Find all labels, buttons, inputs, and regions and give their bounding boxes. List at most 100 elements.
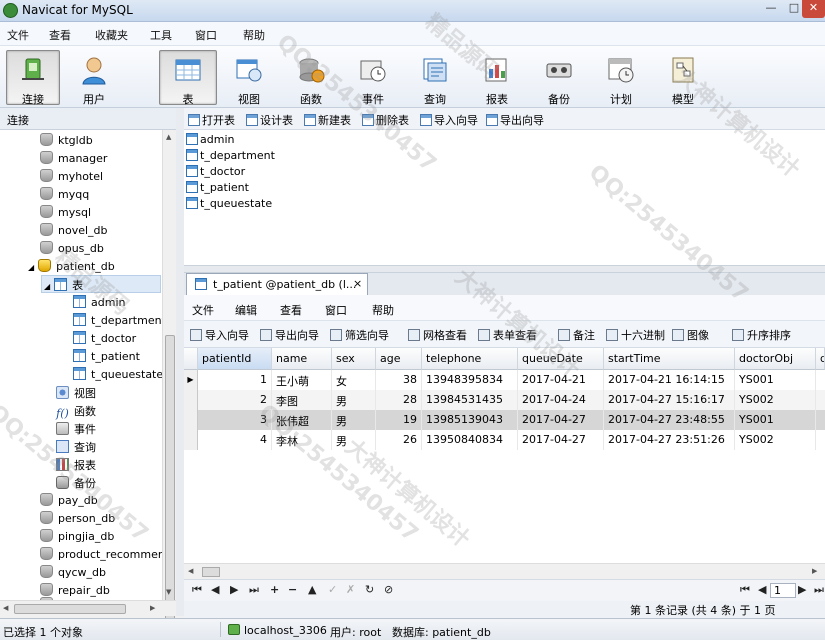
- menu-view[interactable]: 查看: [49, 27, 71, 43]
- table-menu-file[interactable]: 文件: [192, 302, 214, 318]
- tree-table-t-department[interactable]: t_department: [73, 313, 166, 331]
- new-table-button[interactable]: 新建表: [304, 112, 351, 128]
- tree-table-t-doctor[interactable]: t_doctor: [73, 331, 136, 349]
- column-header-name[interactable]: name: [272, 348, 332, 370]
- table-row[interactable]: 2 李图 男 28 13984531435 2017-04-24 2017-04…: [184, 390, 825, 410]
- object-item-t-department[interactable]: t_department: [186, 149, 275, 162]
- table-row[interactable]: 3 张伟超 男 19 13985139043 2017-04-27 2017-0…: [184, 410, 825, 430]
- cell-telephone[interactable]: 13948395834: [422, 370, 518, 390]
- cell-sex[interactable]: 男: [332, 430, 376, 450]
- horizontal-splitter[interactable]: [184, 265, 825, 273]
- last-page-button[interactable]: ⏭: [814, 583, 824, 597]
- cell-age[interactable]: 19: [376, 410, 422, 430]
- export-wizard-button[interactable]: 导出向导: [486, 112, 544, 128]
- cell-doctorobj[interactable]: YS002: [735, 430, 816, 450]
- toolbar-connection-button[interactable]: 连接: [6, 50, 60, 106]
- toolbar-report-button[interactable]: 报表: [470, 50, 524, 106]
- cell-queuedate[interactable]: 2017-04-24: [518, 390, 604, 410]
- next-record-button[interactable]: ▶: [230, 583, 238, 596]
- expand-arrow-icon[interactable]: ◢: [44, 282, 50, 291]
- cell-age[interactable]: 26: [376, 430, 422, 450]
- next-page-button[interactable]: ▶: [798, 583, 806, 596]
- tree-reports-node[interactable]: 报表: [56, 457, 96, 475]
- apply-changes-button[interactable]: ✓: [328, 583, 337, 596]
- tree-db-myhotel[interactable]: myhotel: [40, 169, 103, 187]
- menu-favorites[interactable]: 收藏夹: [95, 27, 128, 43]
- cell-doctorobj[interactable]: YS001: [735, 370, 816, 390]
- refresh-button[interactable]: ↻: [365, 583, 374, 596]
- toolbar-backup-button[interactable]: 备份: [532, 50, 586, 106]
- toolbar-schedule-button[interactable]: 计划: [594, 50, 648, 106]
- filter-wizard-button[interactable]: 筛选向导: [330, 327, 389, 343]
- column-header-q[interactable]: q: [816, 348, 825, 370]
- tree-db-manager[interactable]: manager: [40, 151, 107, 169]
- cell-queuedate[interactable]: 2017-04-27: [518, 430, 604, 450]
- table-menu-window[interactable]: 窗口: [325, 302, 347, 318]
- scroll-up-arrow-icon[interactable]: ▲: [166, 133, 171, 141]
- cell-queuedate[interactable]: 2017-04-21: [518, 370, 604, 390]
- tree-queries-node[interactable]: 查询: [56, 439, 96, 457]
- tree-backups-node[interactable]: 备份: [56, 475, 96, 493]
- tree-tables-node[interactable]: ◢ 表: [44, 277, 83, 295]
- expand-arrow-icon[interactable]: ◢: [28, 263, 34, 272]
- grid-view-button[interactable]: 网格查看: [408, 327, 467, 343]
- tree-db-person-db[interactable]: person_db: [40, 511, 115, 529]
- cell-age[interactable]: 28: [376, 390, 422, 410]
- column-header-sex[interactable]: sex: [332, 348, 376, 370]
- edit-record-button[interactable]: ▲: [308, 583, 316, 596]
- cell-name[interactable]: 李图: [272, 390, 332, 410]
- menu-file[interactable]: 文件: [7, 27, 29, 43]
- tree-db-qycw-db[interactable]: qycw_db: [40, 565, 106, 583]
- tree-scroll-thumb[interactable]: [165, 335, 175, 625]
- table-row[interactable]: ▶ 1 王小萌 女 38 13948395834 2017-04-21 2017…: [184, 370, 825, 390]
- first-record-button[interactable]: ⏮: [192, 583, 202, 597]
- grid-horizontal-scrollbar[interactable]: ◀ ▶: [184, 563, 825, 579]
- tree-db-pay-db[interactable]: pay_db: [40, 493, 98, 511]
- table-export-wizard-button[interactable]: 导出向导: [260, 327, 319, 343]
- delete-table-button[interactable]: 删除表: [362, 112, 409, 128]
- menu-window[interactable]: 窗口: [195, 27, 217, 43]
- menu-help[interactable]: 帮助: [243, 27, 265, 43]
- cell-age[interactable]: 38: [376, 370, 422, 390]
- grid-hscroll-thumb[interactable]: [202, 567, 220, 577]
- cell-starttime[interactable]: 2017-04-27 23:51:26: [604, 430, 735, 450]
- object-item-t-doctor[interactable]: t_doctor: [186, 165, 245, 178]
- tree-db-patient-db[interactable]: ◢ patient_db: [28, 259, 115, 277]
- prev-page-button[interactable]: ◀: [758, 583, 766, 596]
- form-view-button[interactable]: 表单查看: [478, 327, 537, 343]
- menu-tools[interactable]: 工具: [150, 27, 172, 43]
- open-table-button[interactable]: 打开表: [188, 112, 235, 128]
- cell-patientid[interactable]: 3: [198, 410, 272, 430]
- cell-sex[interactable]: 男: [332, 410, 376, 430]
- grid-scroll-left-arrow-icon[interactable]: ◀: [188, 567, 193, 575]
- cell-telephone[interactable]: 13984531435: [422, 390, 518, 410]
- cell-queuedate[interactable]: 2017-04-27: [518, 410, 604, 430]
- column-header-queuedate[interactable]: queueDate: [518, 348, 604, 370]
- cell-name[interactable]: 王小萌: [272, 370, 332, 390]
- memo-button[interactable]: 备注: [558, 327, 595, 343]
- discard-changes-button[interactable]: ✗: [346, 583, 355, 596]
- cell-patientid[interactable]: 4: [198, 430, 272, 450]
- grid-scroll-right-arrow-icon[interactable]: ▶: [812, 567, 817, 575]
- toolbar-model-button[interactable]: 模型: [656, 50, 710, 106]
- tree-views-node[interactable]: 视图: [56, 385, 96, 403]
- close-button[interactable]: ✕: [802, 0, 825, 18]
- tree-functions-node[interactable]: f() 函数: [56, 403, 96, 421]
- table-menu-edit[interactable]: 编辑: [235, 302, 257, 318]
- scroll-right-arrow-icon[interactable]: ▶: [150, 604, 155, 612]
- tree-db-myqq[interactable]: myqq: [40, 187, 89, 205]
- pane-splitter[interactable]: [176, 108, 184, 616]
- column-header-patientid[interactable]: patientId: [198, 348, 272, 370]
- tree-db-product-recommend[interactable]: product_recommend: [40, 547, 172, 565]
- column-header-telephone[interactable]: telephone: [422, 348, 518, 370]
- cell-patientid[interactable]: 1: [198, 370, 272, 390]
- tree-table-t-queuestate[interactable]: t_queuestate: [73, 367, 163, 385]
- toolbar-event-button[interactable]: 事件: [346, 50, 400, 106]
- tree-table-admin[interactable]: admin: [73, 295, 125, 313]
- tree-horizontal-scrollbar[interactable]: ◀ ▶: [0, 600, 176, 616]
- image-button[interactable]: 图像: [672, 327, 709, 343]
- toolbar-function-button[interactable]: 函数: [284, 50, 338, 106]
- object-item-t-queuestate[interactable]: t_queuestate: [186, 197, 272, 210]
- cell-name[interactable]: 张伟超: [272, 410, 332, 430]
- cell-doctorobj[interactable]: YS001: [735, 410, 816, 430]
